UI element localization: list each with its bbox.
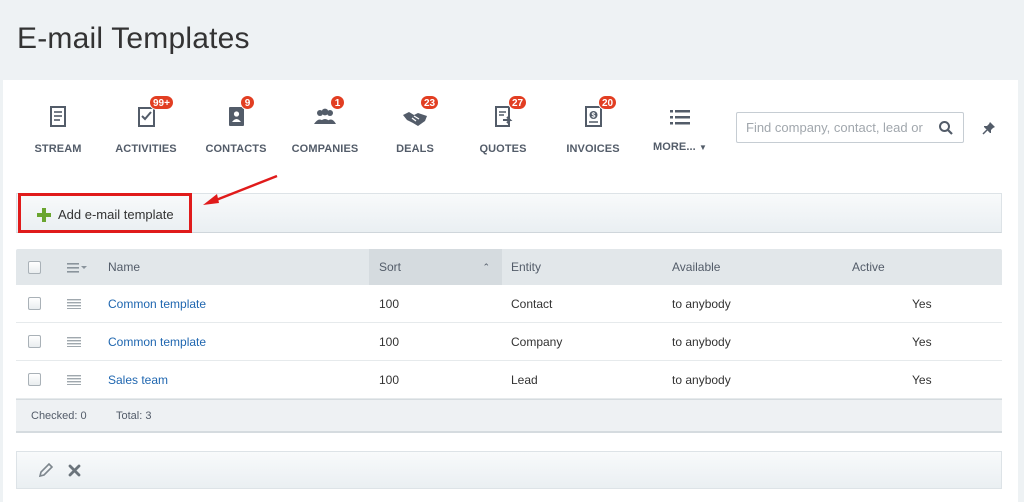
- sort-asc-icon: ⌃: [482, 262, 490, 272]
- row-menu-icon[interactable]: [67, 337, 81, 347]
- crm-nav: STREAM 99+ ACTIVITIES 9 CONTACTS 1 COMPA…: [3, 80, 1018, 184]
- available-value: to anybody: [672, 297, 731, 311]
- chevron-down-icon: ▼: [699, 143, 708, 152]
- column-header-entity[interactable]: Entity: [511, 249, 541, 285]
- annotation-arrow-icon: [203, 174, 278, 205]
- contacts-badge: 9: [240, 95, 255, 110]
- sort-value: 100: [379, 297, 400, 311]
- nav-item-activities[interactable]: 99+ ACTIVITIES: [101, 95, 191, 162]
- deals-badge: 23: [420, 95, 440, 110]
- column-header-active[interactable]: Active: [852, 249, 885, 285]
- grid-header: Name Sort ⌃ Entity Available Active: [16, 249, 1002, 285]
- stream-icon: [50, 106, 66, 127]
- more-label: MORE...: [652, 141, 696, 153]
- active-value: Yes: [912, 373, 932, 387]
- column-header-sort[interactable]: Sort ⌃: [369, 249, 502, 285]
- nav-item-stream[interactable]: STREAM: [13, 102, 103, 162]
- nav-item-companies[interactable]: 1 COMPANIES: [280, 95, 370, 162]
- available-value: to anybody: [672, 373, 731, 387]
- invoices-badge: 20: [598, 95, 618, 110]
- column-header-name[interactable]: Name: [108, 249, 140, 285]
- nav-item-contacts[interactable]: 9 CONTACTS: [191, 95, 281, 162]
- nav-label: DEALS: [396, 143, 434, 155]
- column-menu-icon[interactable]: [67, 263, 87, 273]
- nav-label: INVOICES: [566, 143, 620, 155]
- nav-item-more[interactable]: MORE... ▼: [635, 102, 725, 162]
- active-value: Yes: [912, 297, 932, 311]
- pencil-icon[interactable]: [38, 463, 53, 478]
- nav-label: COMPANIES: [291, 143, 359, 155]
- select-all-checkbox[interactable]: [28, 261, 41, 274]
- search-icon[interactable]: [938, 120, 954, 136]
- template-name-link[interactable]: Common template: [108, 285, 206, 323]
- nav-label: CONTACTS: [205, 143, 267, 155]
- active-value: Yes: [912, 335, 932, 349]
- companies-badge: 1: [330, 95, 345, 110]
- table-row[interactable]: Common template 100 Contact to anybody Y…: [16, 285, 1002, 323]
- search-input[interactable]: [737, 113, 933, 142]
- row-menu-icon[interactable]: [67, 375, 81, 385]
- row-checkbox[interactable]: [28, 373, 41, 386]
- activities-badge: 99+: [149, 95, 174, 110]
- grid-footer: Checked: 0 Total: 3: [16, 399, 1002, 433]
- nav-item-invoices[interactable]: $ 20 INVOICES: [548, 95, 638, 162]
- main-panel: STREAM 99+ ACTIVITIES 9 CONTACTS 1 COMPA…: [3, 80, 1018, 502]
- list-icon: [670, 110, 690, 125]
- toolbar: Add e-mail template: [16, 193, 1002, 233]
- row-checkbox[interactable]: [28, 297, 41, 310]
- sort-value: 100: [379, 335, 400, 349]
- entity-value: Company: [511, 335, 563, 349]
- table-row[interactable]: Common template 100 Company to anybody Y…: [16, 323, 1002, 361]
- page-title: E-mail Templates: [17, 22, 250, 55]
- nav-item-quotes[interactable]: 27 QUOTES: [458, 95, 548, 162]
- template-name-link[interactable]: Sales team: [108, 361, 168, 399]
- table-row[interactable]: Sales team 100 Lead to anybody Yes: [16, 361, 1002, 399]
- pin-icon[interactable]: [981, 120, 997, 136]
- group-actions-bar: [16, 451, 1002, 489]
- template-name-link[interactable]: Common template: [108, 323, 206, 361]
- row-checkbox[interactable]: [28, 335, 41, 348]
- column-header-available[interactable]: Available: [672, 249, 720, 285]
- search-box: [736, 112, 964, 143]
- quotes-badge: 27: [508, 95, 528, 110]
- nav-label: STREAM: [34, 143, 82, 155]
- entity-value: Lead: [511, 373, 538, 387]
- delete-icon[interactable]: [67, 463, 82, 478]
- nav-label: QUOTES: [479, 143, 527, 155]
- plus-icon: [37, 208, 51, 222]
- available-value: to anybody: [672, 335, 731, 349]
- nav-label: MORE... ▼: [635, 141, 725, 153]
- entity-value: Contact: [511, 297, 553, 311]
- nav-item-deals[interactable]: 23 DEALS: [370, 95, 460, 162]
- add-button-label: Add e-mail template: [58, 207, 174, 222]
- nav-label: ACTIVITIES: [115, 143, 177, 155]
- checked-count: Checked: 0: [31, 410, 87, 422]
- svg-text:$: $: [592, 113, 596, 120]
- sort-value: 100: [379, 373, 400, 387]
- sort-header-label: Sort: [379, 260, 402, 274]
- add-email-template-button[interactable]: Add e-mail template: [18, 193, 192, 233]
- row-menu-icon[interactable]: [67, 299, 81, 309]
- templates-grid: Name Sort ⌃ Entity Available Active Comm…: [16, 249, 1002, 433]
- total-count: Total: 3: [116, 410, 152, 422]
